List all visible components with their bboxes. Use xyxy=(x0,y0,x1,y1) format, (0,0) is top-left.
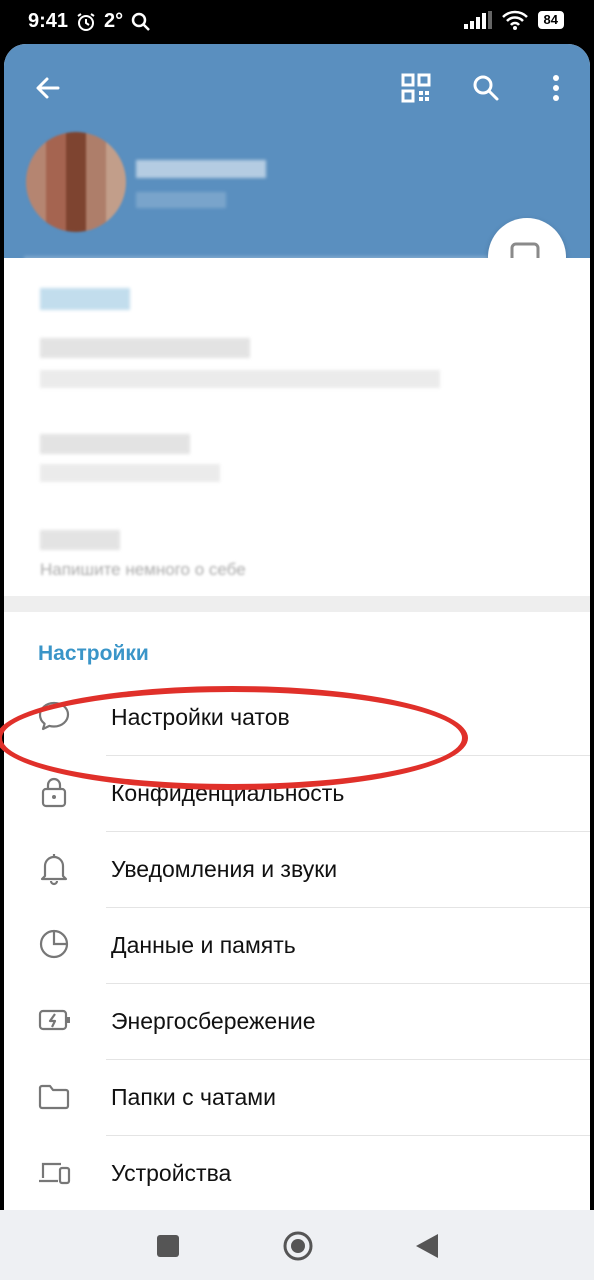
chat-bubble-icon xyxy=(38,701,70,731)
settings-item-data[interactable]: Данные и память xyxy=(4,908,590,984)
settings-item-label: Настройки чатов xyxy=(111,704,290,730)
battery-charge-icon xyxy=(38,1009,70,1031)
redacted-username xyxy=(40,288,130,310)
back-button[interactable] xyxy=(28,68,68,108)
status-bar: 9:41 2° 84 xyxy=(0,0,594,44)
settings-item-label: Папки с чатами xyxy=(111,1084,276,1110)
settings-item-power-saving[interactable]: Энергосбережение xyxy=(4,984,590,1060)
settings-item-label: Энергосбережение xyxy=(111,1008,316,1034)
home-icon[interactable] xyxy=(282,1230,314,1262)
settings-item-label: Конфиденциальность xyxy=(111,780,345,806)
header-search-button[interactable] xyxy=(464,66,508,110)
temperature: 2° xyxy=(104,10,124,32)
avatar[interactable] xyxy=(26,132,126,232)
profile-name-redacted xyxy=(136,160,266,178)
phone-screen: 9:41 2° 84 Напишите немного о себе Настр… xyxy=(0,0,594,1280)
redacted-handle xyxy=(40,434,190,454)
redacted-phone-label xyxy=(40,370,440,388)
recent-apps-icon[interactable] xyxy=(156,1234,180,1258)
redacted-phone xyxy=(40,338,250,358)
settings-item-notifications[interactable]: Уведомления и звуки xyxy=(4,832,590,908)
more-menu-button[interactable] xyxy=(536,66,576,110)
settings-section: Настройки Настройки чатов Конфиденциальн… xyxy=(4,612,590,1210)
section-divider xyxy=(4,596,590,612)
qr-button[interactable] xyxy=(394,66,438,110)
folder-icon xyxy=(38,1084,70,1110)
profile-info: Напишите немного о себе xyxy=(4,258,590,596)
redacted-handle-label xyxy=(40,464,220,482)
search-icon xyxy=(473,75,499,101)
bio-placeholder[interactable]: Напишите немного о себе xyxy=(40,560,246,580)
clock: 9:41 xyxy=(28,10,69,32)
profile-status-redacted xyxy=(136,192,226,208)
settings-item-privacy[interactable]: Конфиденциальность xyxy=(4,756,590,832)
bell-icon xyxy=(40,854,68,886)
signal-icon xyxy=(463,11,492,29)
lock-icon xyxy=(41,777,67,808)
more-vertical-icon xyxy=(553,75,559,101)
section-title: Настройки xyxy=(38,642,149,665)
settings-item-devices[interactable]: Устройства xyxy=(4,1136,590,1210)
settings-item-folders[interactable]: Папки с чатами xyxy=(4,1060,590,1136)
settings-item-label: Уведомления и звуки xyxy=(111,856,338,882)
pie-chart-icon xyxy=(39,929,69,959)
devices-icon xyxy=(39,1162,71,1185)
system-nav-bar xyxy=(0,1210,594,1280)
settings-screen: Напишите немного о себе Настройки Настро… xyxy=(4,44,590,1210)
search-icon xyxy=(131,12,151,31)
arrow-left-icon xyxy=(36,77,60,99)
battery-icon: 84 xyxy=(537,11,564,29)
settings-item-label: Устройства xyxy=(111,1160,232,1186)
redacted-bio xyxy=(40,530,120,550)
back-icon[interactable] xyxy=(414,1232,440,1260)
wifi-icon xyxy=(501,10,528,30)
settings-item-chats[interactable]: Настройки чатов xyxy=(4,680,590,756)
qr-code-icon xyxy=(401,73,431,103)
settings-item-label: Данные и память xyxy=(111,932,296,958)
alarm-icon xyxy=(77,12,95,31)
